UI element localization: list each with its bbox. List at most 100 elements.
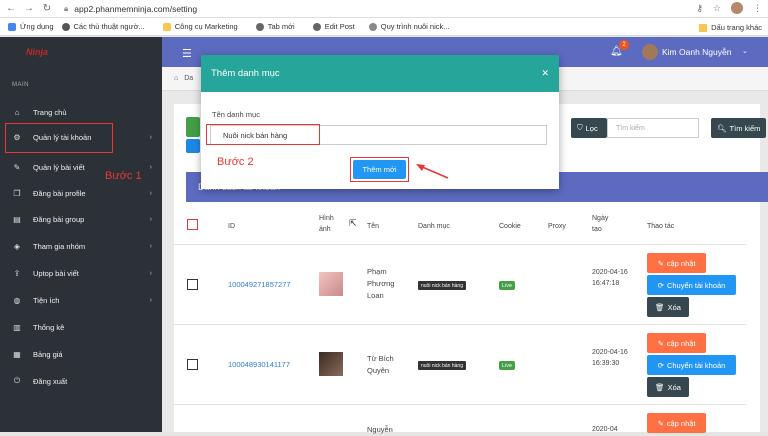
transfer-account-button[interactable]: ⟳ Chuyển tài khoản xyxy=(647,355,736,375)
bookmark-apps[interactable]: Ứng dụng xyxy=(8,22,54,31)
lock-icon: 🔒︎ xyxy=(64,3,69,13)
update-button[interactable]: ✎ cập nhật xyxy=(647,253,706,273)
star-icon[interactable]: ☆ xyxy=(713,3,721,14)
account-id-link[interactable]: 100049271857277 xyxy=(228,280,291,289)
upload-icon: ⇪ xyxy=(13,268,21,278)
filter-button[interactable]: ⛉ Lọc xyxy=(571,118,607,138)
trash-icon: 🗑︎ xyxy=(655,382,665,392)
sidebar-item-label: Trang chủ xyxy=(33,107,67,117)
search-button[interactable]: 🔍︎ Tìm kiếm xyxy=(711,118,766,138)
account-avatar xyxy=(319,272,343,296)
sidebar-item[interactable]: ▤ Đăng bài group › xyxy=(0,209,162,229)
col-cookie: Cookie xyxy=(499,223,521,230)
category-name-label: Tên danh mục xyxy=(212,110,260,119)
bookmark-item[interactable]: Tab mới xyxy=(255,22,295,31)
profile-avatar[interactable] xyxy=(731,2,743,14)
chevron-down-icon[interactable]: ⌄ xyxy=(742,47,748,55)
forward-icon[interactable]: → xyxy=(22,2,36,16)
sidebar-item-label: Đăng bài group xyxy=(33,214,85,224)
hamburger-icon[interactable]: ☰ xyxy=(182,47,192,60)
notification-badge: 2 xyxy=(619,40,629,50)
globe-icon: ◍ xyxy=(13,295,21,305)
other-bookmarks[interactable]: Dấu trang khác xyxy=(699,23,762,32)
row-checkbox[interactable] xyxy=(187,279,198,290)
chevron-right-icon: › xyxy=(149,133,152,141)
update-button[interactable]: ✎ cập nhật xyxy=(647,333,706,353)
col-image: Hình ảnh xyxy=(319,215,334,233)
site-icon xyxy=(368,22,377,31)
folder-icon xyxy=(162,22,171,31)
transfer-account-button[interactable]: ⟳ Chuyển tài khoản xyxy=(647,275,736,295)
bookmark-item[interactable]: Các thủ thuật ngườ... xyxy=(61,22,145,31)
user-name[interactable]: Kim Oanh Nguyễn xyxy=(662,47,731,57)
reload-icon[interactable]: ↻ xyxy=(40,2,54,16)
back-icon[interactable]: ← xyxy=(4,2,18,16)
highlight-step1 xyxy=(5,123,113,153)
sidebar-item[interactable]: ⌂ Trang chủ xyxy=(0,102,162,122)
sidebar-item-label: Tham gia nhóm xyxy=(33,241,86,251)
category-badge: nuôi nick bán hàng xyxy=(418,281,466,290)
site-icon xyxy=(61,22,70,31)
bookmark-item[interactable]: Quy trình nuôi nick... xyxy=(368,22,450,31)
logo[interactable]: Ninja xyxy=(0,37,162,67)
search-input[interactable]: Tìm kiếm xyxy=(607,118,699,138)
col-name: Tên xyxy=(367,223,380,230)
sync-icon: ⟳ xyxy=(657,360,664,370)
row-divider xyxy=(174,324,746,325)
sidebar-item-label: Thống kê xyxy=(33,322,65,332)
row-checkbox[interactable] xyxy=(187,359,198,370)
close-icon[interactable]: ✕ xyxy=(541,68,549,79)
account-avatar xyxy=(319,352,343,376)
edit-icon: ✎ xyxy=(657,258,664,268)
update-button[interactable]: ✎ cập nhật xyxy=(647,413,706,433)
account-name: Phạm Phương Loan xyxy=(367,267,395,300)
sidebar-item[interactable]: ⏻ Đăng xuất xyxy=(0,371,162,391)
add-new-button[interactable]: Thêm mới xyxy=(353,160,406,179)
sidebar-item-label: Quản lý bài viết xyxy=(33,162,85,172)
sidebar-item[interactable]: ▥ Thống kê xyxy=(0,317,162,337)
col-actions: Thao tác xyxy=(647,223,675,230)
apps-icon xyxy=(8,22,16,31)
cookie-status-badge: Live xyxy=(499,281,516,290)
highlight-input xyxy=(206,124,320,145)
secondary-button[interactable] xyxy=(186,139,200,153)
url-text: app2.phanmemninja.com/setting xyxy=(74,3,198,14)
step1-label: Bước 1 xyxy=(105,170,142,182)
menu-icon[interactable]: ⋮ xyxy=(753,3,762,14)
chevron-right-icon: › xyxy=(149,242,152,250)
bookmark-item[interactable]: Edit Post xyxy=(312,22,355,31)
mouse-cursor-icon: ⇱ xyxy=(349,218,357,228)
modal-header: Thêm danh mục ✕ xyxy=(201,55,559,92)
category-badge: nuôi nick bán hàng xyxy=(418,361,466,370)
chevron-right-icon: › xyxy=(149,189,152,197)
add-account-button[interactable] xyxy=(186,117,200,137)
sidebar-item[interactable]: ❐ Đăng bài profile › xyxy=(0,183,162,203)
address-bar[interactable]: 🔒︎ app2.phanmemninja.com/setting xyxy=(64,4,197,14)
sidebar-item[interactable]: ▦ Bảng giá xyxy=(0,344,162,364)
chevron-right-icon: › xyxy=(149,296,152,304)
account-id-link[interactable]: 100048930141177 xyxy=(228,360,290,369)
col-id: ID xyxy=(228,223,235,230)
modal-title: Thêm danh mục xyxy=(211,68,280,79)
folder-icon xyxy=(699,23,708,32)
bookmark-item[interactable]: Công cụ Marketing xyxy=(162,22,238,31)
home-icon[interactable]: ⌂ xyxy=(174,75,178,82)
trash-icon: 🗑︎ xyxy=(655,302,665,312)
sidebar-item[interactable]: ◍ Tiện ích › xyxy=(0,290,162,310)
sidebar-item[interactable]: ⇪ Uptop bài viết › xyxy=(0,263,162,283)
sidebar-item-label: Đăng xuất xyxy=(33,376,68,386)
delete-button[interactable]: 🗑︎ Xóa xyxy=(647,377,689,397)
created-date: 2020-04 xyxy=(592,426,618,433)
created-date: 2020-04-16 16:39:30 xyxy=(592,349,628,367)
copy-icon: ❐ xyxy=(13,188,21,198)
col-proxy: Proxy xyxy=(548,223,566,230)
user-avatar[interactable] xyxy=(642,44,658,60)
sidebar-item[interactable]: ◈ Tham gia nhóm › xyxy=(0,236,162,256)
chevron-right-icon: › xyxy=(149,269,152,277)
step2-label: Bước 2 xyxy=(217,156,254,168)
delete-button[interactable]: 🗑︎ Xóa xyxy=(647,297,689,317)
key-icon[interactable]: ⚷ xyxy=(696,3,703,14)
select-all-checkbox[interactable] xyxy=(187,219,198,230)
filter-icon: ⛉ xyxy=(577,123,583,132)
sidebar-item-label: Đăng bài profile xyxy=(33,188,86,198)
